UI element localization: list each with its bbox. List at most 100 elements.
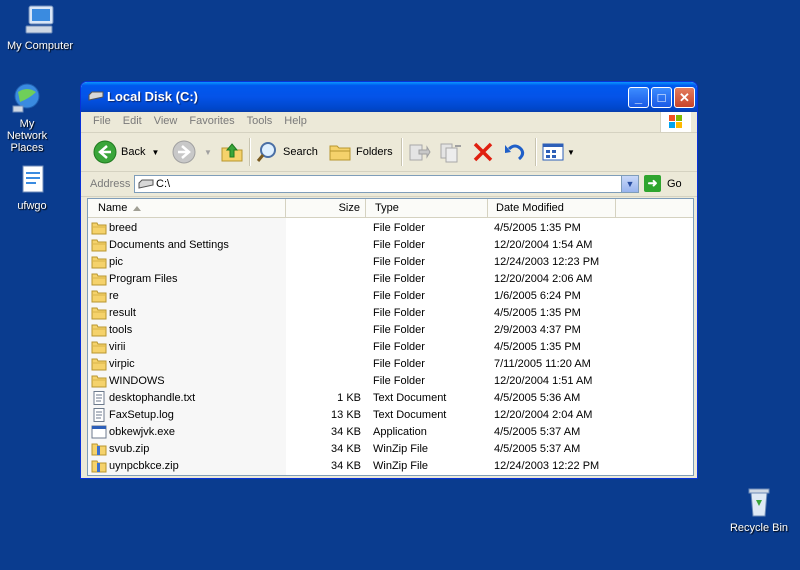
file-row[interactable]: obkewjvk.exe 34 KB Application 4/5/2005 5:3… — [88, 424, 693, 441]
forward-button[interactable]: ▼ — [172, 138, 212, 166]
file-date-modified: 12/20/2004 1:54 AM — [494, 239, 593, 251]
address-value: C:\ — [156, 178, 171, 190]
folders-button[interactable]: Folders — [328, 138, 393, 166]
drive-icon — [88, 91, 104, 101]
back-label: Back — [121, 146, 146, 158]
go-button[interactable]: ➜ Go — [644, 175, 682, 192]
file-row[interactable]: virii File Folder 4/5/2005 1:35 PM — [88, 339, 693, 356]
forward-dropdown-icon[interactable]: ▼ — [204, 148, 212, 157]
folder-icon — [91, 357, 107, 371]
network-places-icon — [10, 82, 44, 114]
column-date-modified[interactable]: Date Modified — [488, 199, 616, 217]
file-name: virpic — [109, 358, 135, 370]
file-row[interactable]: breed File Folder 4/5/2005 1:35 PM — [88, 220, 693, 237]
file-row[interactable]: Program Files File Folder 12/20/2004 2:06 … — [88, 271, 693, 288]
file-name: Program Files — [109, 273, 178, 285]
address-bar: Address C:\ ▼ ➜ Go — [81, 172, 697, 197]
file-size: 34 KB — [331, 443, 361, 455]
window-title: Local Disk (C:) — [107, 89, 199, 104]
delete-icon — [473, 142, 493, 162]
close-button[interactable]: ✕ — [674, 87, 695, 108]
file-type: WinZip File — [373, 460, 429, 472]
file-type: File Folder — [373, 273, 425, 285]
file-name: re — [109, 290, 119, 302]
file-name: tools — [109, 324, 133, 336]
file-row[interactable]: Documents and Settings File Folder 12/20/2… — [88, 237, 693, 254]
folder-icon — [91, 323, 107, 337]
minimize-button[interactable]: _ — [628, 87, 649, 108]
file-row[interactable]: svub.zip 34 KB WinZip File 4/5/2005 5:37 AM — [88, 441, 693, 458]
go-arrow-icon: ➜ — [644, 175, 661, 192]
file-type: File Folder — [373, 324, 425, 336]
menu-tools[interactable]: Tools — [241, 112, 279, 127]
search-label: Search — [283, 146, 318, 158]
file-row[interactable]: tools File Folder 2/9/2003 4:37 PM — [88, 322, 693, 339]
file-type: WinZip File — [373, 443, 429, 455]
file-date-modified: 12/20/2004 2:04 AM — [494, 409, 593, 421]
address-dropdown-icon[interactable]: ▼ — [621, 176, 638, 192]
file-name: breed — [109, 222, 138, 234]
application-icon — [91, 425, 107, 439]
menu-help[interactable]: Help — [278, 112, 313, 127]
file-list: Name Size Type Date Modified breed File F… — [87, 198, 694, 476]
views-button[interactable]: ▼ — [541, 138, 575, 166]
file-icon — [15, 164, 49, 196]
column-type[interactable]: Type — [366, 199, 488, 217]
delete-button[interactable] — [471, 138, 495, 166]
file-row[interactable]: uynpcbkce.zip 34 KB WinZip File 12/24/2003 … — [88, 458, 693, 475]
move-to-button[interactable] — [407, 138, 431, 166]
title-bar[interactable]: Local Disk (C:) _ □ ✕ — [81, 82, 697, 112]
file-row[interactable]: virpic File Folder 7/11/2005 11:20 AM — [88, 356, 693, 373]
menu-edit[interactable]: Edit — [117, 112, 148, 127]
file-row[interactable]: FaxSetup.log 13 KB Text Document 12/20/2004… — [88, 407, 693, 424]
file-date-modified: 1/6/2005 6:24 PM — [494, 290, 581, 302]
desktop-icon-ufwgo[interactable]: ufwgo — [0, 164, 72, 212]
search-button[interactable]: Search — [255, 138, 318, 166]
file-size: 34 KB — [331, 426, 361, 438]
file-name: FaxSetup.log — [109, 409, 174, 421]
menu-favorites[interactable]: Favorites — [183, 112, 240, 127]
file-type: Text Document — [373, 409, 447, 421]
column-name-label: Name — [98, 202, 128, 214]
file-date-modified: 12/20/2004 2:06 AM — [494, 273, 593, 285]
desktop-icon-recycle-bin[interactable]: Recycle Bin — [719, 486, 799, 534]
desktop-icon-network-places[interactable]: My Network Places — [0, 82, 54, 154]
maximize-button[interactable]: □ — [651, 87, 672, 108]
maximize-icon: □ — [657, 90, 666, 105]
back-dropdown-icon[interactable]: ▼ — [151, 148, 159, 157]
column-size[interactable]: Size — [286, 199, 366, 217]
menu-view[interactable]: View — [148, 112, 184, 127]
file-name: Documents and Settings — [109, 239, 229, 251]
desktop-icon-my-computer[interactable]: My Computer — [0, 4, 80, 52]
file-row[interactable]: re File Folder 1/6/2005 6:24 PM — [88, 288, 693, 305]
file-row[interactable]: desktophandle.txt 1 KB Text Document 4/5/20… — [88, 390, 693, 407]
up-folder-icon — [221, 143, 243, 162]
folders-label: Folders — [356, 146, 393, 158]
file-date-modified: 4/5/2005 5:36 AM — [494, 392, 581, 404]
column-name[interactable]: Name — [88, 199, 286, 217]
file-date-modified: 4/5/2005 5:37 AM — [494, 426, 581, 438]
undo-button[interactable] — [503, 138, 527, 166]
file-date-modified: 7/11/2005 11:20 AM — [494, 358, 591, 370]
address-input[interactable]: C:\ ▼ — [134, 175, 639, 193]
views-icon — [542, 143, 564, 161]
menu-file[interactable]: File — [87, 112, 117, 127]
windows-logo-icon — [660, 112, 691, 132]
file-row[interactable]: result File Folder 4/5/2005 1:35 PM — [88, 305, 693, 322]
file-type: File Folder — [373, 290, 425, 302]
file-row[interactable]: pic File Folder 12/24/2003 12:23 PM — [88, 254, 693, 271]
file-type: File Folder — [373, 307, 425, 319]
file-name: result — [109, 307, 136, 319]
file-name: uynpcbkce.zip — [109, 460, 179, 472]
copy-to-button[interactable] — [439, 138, 463, 166]
folder-icon — [91, 272, 107, 286]
file-row[interactable]: WINDOWS File Folder 12/20/2004 1:51 AM — [88, 373, 693, 390]
file-date-modified: 4/5/2005 5:37 AM — [494, 443, 581, 455]
file-type: File Folder — [373, 256, 425, 268]
folder-icon — [91, 306, 107, 320]
folder-icon — [91, 221, 107, 235]
folder-icon — [91, 340, 107, 354]
up-folder-button[interactable] — [220, 138, 244, 166]
back-button[interactable]: Back ▼ — [93, 138, 159, 166]
folder-icon — [91, 255, 107, 269]
